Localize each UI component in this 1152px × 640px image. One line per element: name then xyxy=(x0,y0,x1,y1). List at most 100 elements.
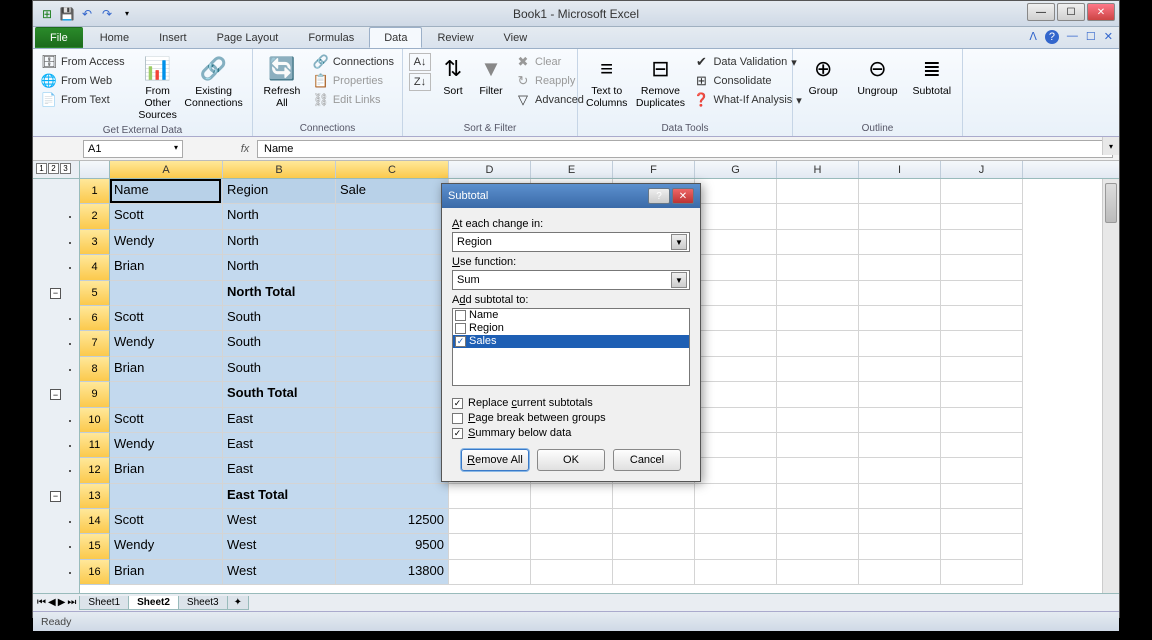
cell[interactable] xyxy=(531,560,613,585)
fx-icon[interactable]: fx xyxy=(233,143,257,155)
cell[interactable]: Scott xyxy=(110,204,223,229)
from-web-button[interactable]: 🌐From Web xyxy=(39,72,127,90)
redo-icon[interactable]: ↷ xyxy=(99,6,115,22)
cell[interactable] xyxy=(777,306,859,331)
list-item-sales[interactable]: ✓Sales xyxy=(453,335,689,348)
cell[interactable] xyxy=(777,433,859,458)
cell[interactable] xyxy=(941,509,1023,534)
col-header-e[interactable]: E xyxy=(531,161,613,178)
collapse-button[interactable]: − xyxy=(50,288,61,299)
tab-insert[interactable]: Insert xyxy=(144,27,202,48)
sheet-nav-first-icon[interactable]: ⏮ xyxy=(37,597,46,608)
cell[interactable] xyxy=(449,509,531,534)
save-icon[interactable]: 💾 xyxy=(59,6,75,22)
sheet-tab-1[interactable]: Sheet1 xyxy=(79,596,129,610)
cell[interactable] xyxy=(336,281,449,306)
properties-button[interactable]: 📋Properties xyxy=(311,72,396,90)
tab-review[interactable]: Review xyxy=(422,27,488,48)
tab-page-layout[interactable]: Page Layout xyxy=(202,27,294,48)
cell[interactable]: West xyxy=(223,560,336,585)
cell[interactable]: Brian xyxy=(110,357,223,382)
checkbox-unchecked-icon[interactable] xyxy=(455,323,466,334)
qat-dropdown-icon[interactable]: ▾ xyxy=(119,6,135,22)
cell[interactable]: South Total xyxy=(223,382,336,407)
cell[interactable]: Name xyxy=(110,179,223,204)
cell[interactable] xyxy=(777,255,859,280)
row-header[interactable]: 16 xyxy=(80,560,110,585)
cell[interactable] xyxy=(336,357,449,382)
checkbox-unchecked-icon[interactable] xyxy=(452,413,463,424)
row-header[interactable]: 4 xyxy=(80,255,110,280)
cell[interactable]: South xyxy=(223,331,336,356)
cell[interactable]: 12500 xyxy=(336,509,449,534)
cell[interactable]: 9500 xyxy=(336,534,449,559)
row-header[interactable]: 12 xyxy=(80,458,110,483)
sheet-nav-next-icon[interactable]: ▶ xyxy=(58,597,66,608)
cell[interactable]: South xyxy=(223,306,336,331)
subtotal-button[interactable]: ≣Subtotal xyxy=(908,53,956,99)
cell[interactable] xyxy=(777,560,859,585)
cell[interactable] xyxy=(859,382,941,407)
cell[interactable] xyxy=(695,534,777,559)
cell[interactable]: North xyxy=(223,255,336,280)
cell[interactable] xyxy=(613,560,695,585)
row-header[interactable]: 3 xyxy=(80,230,110,255)
sort-desc-button[interactable]: Z↓ xyxy=(409,73,431,91)
cell[interactable] xyxy=(336,306,449,331)
cell[interactable]: South xyxy=(223,357,336,382)
sheet-nav-last-icon[interactable]: ⏭ xyxy=(67,597,76,608)
cell[interactable] xyxy=(695,179,777,204)
cell[interactable] xyxy=(941,357,1023,382)
cell[interactable] xyxy=(859,331,941,356)
cell[interactable] xyxy=(695,408,777,433)
ok-button[interactable]: OK xyxy=(537,449,605,471)
cell[interactable] xyxy=(695,357,777,382)
col-header-i[interactable]: I xyxy=(859,161,941,178)
tab-file[interactable]: File xyxy=(35,27,83,48)
pagebreak-checkbox-row[interactable]: Page break between groups xyxy=(452,412,690,424)
combo-dropdown-icon[interactable]: ▼ xyxy=(671,272,687,288)
use-function-combo[interactable]: Sum▼ xyxy=(452,270,690,290)
cell[interactable] xyxy=(777,204,859,229)
data-validation-button[interactable]: ✔Data Validation ▾ xyxy=(691,53,803,71)
cell[interactable] xyxy=(859,458,941,483)
connections-button[interactable]: 🔗Connections xyxy=(311,53,396,71)
cell[interactable] xyxy=(336,230,449,255)
whatif-button[interactable]: ❓What-If Analysis ▾ xyxy=(691,91,803,109)
col-header-b[interactable]: B xyxy=(223,161,336,178)
cell[interactable] xyxy=(695,331,777,356)
col-header-j[interactable]: J xyxy=(941,161,1023,178)
summary-checkbox-row[interactable]: ✓Summary below data xyxy=(452,427,690,439)
name-box[interactable]: A1▾ xyxy=(83,140,183,158)
col-header-d[interactable]: D xyxy=(449,161,531,178)
cell[interactable] xyxy=(941,306,1023,331)
row-header[interactable]: 1 xyxy=(80,179,110,204)
tab-view[interactable]: View xyxy=(489,27,543,48)
minimize-button[interactable]: — xyxy=(1027,3,1055,21)
filter-button[interactable]: ▼Filter xyxy=(475,53,507,99)
cell[interactable] xyxy=(777,331,859,356)
ungroup-button[interactable]: ⊖Ungroup xyxy=(853,53,901,99)
cell[interactable] xyxy=(859,179,941,204)
cell[interactable] xyxy=(336,458,449,483)
doc-minimize-button[interactable]: — xyxy=(1067,30,1078,44)
replace-checkbox-row[interactable]: ✓Replace current subtotals xyxy=(452,397,690,409)
cell[interactable] xyxy=(531,484,613,509)
vertical-scrollbar[interactable] xyxy=(1102,179,1119,593)
cell[interactable] xyxy=(859,484,941,509)
row-header[interactable]: 6 xyxy=(80,306,110,331)
cell[interactable] xyxy=(859,281,941,306)
maximize-button[interactable]: ☐ xyxy=(1057,3,1085,21)
outline-level-1[interactable]: 1 xyxy=(36,163,47,174)
cell[interactable] xyxy=(695,306,777,331)
dialog-close-button[interactable]: ✕ xyxy=(672,188,694,204)
row-header[interactable]: 9 xyxy=(80,382,110,407)
cell[interactable] xyxy=(531,509,613,534)
dialog-help-button[interactable]: ? xyxy=(648,188,670,204)
cell[interactable] xyxy=(695,255,777,280)
cell[interactable] xyxy=(695,281,777,306)
collapse-button[interactable]: − xyxy=(50,491,61,502)
cell[interactable] xyxy=(613,484,695,509)
cell[interactable]: Scott xyxy=(110,306,223,331)
formula-expand-icon[interactable]: ▾ xyxy=(1102,137,1119,155)
